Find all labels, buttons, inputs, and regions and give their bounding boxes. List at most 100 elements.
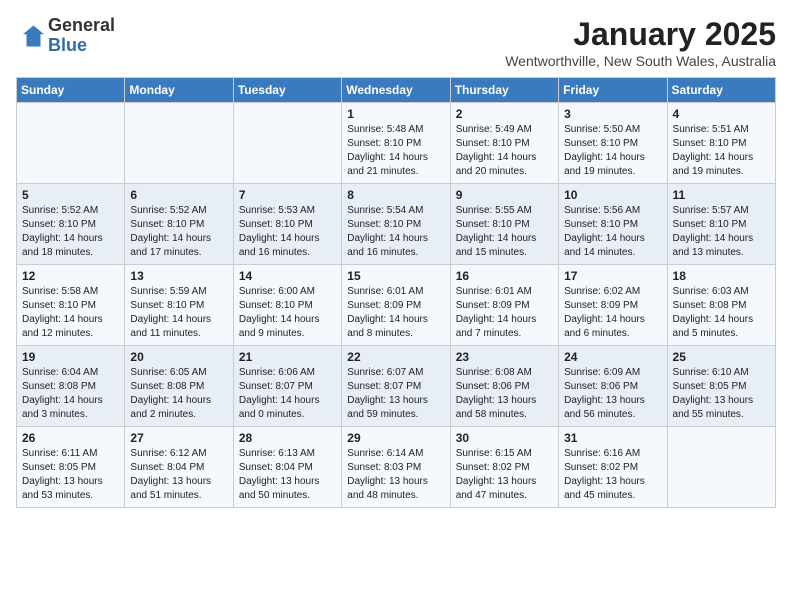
day-number: 31 <box>564 431 661 445</box>
day-info: Sunrise: 5:53 AM Sunset: 8:10 PM Dayligh… <box>239 204 336 260</box>
logo-blue-text: Blue <box>48 35 87 55</box>
calendar-cell: 16 Sunrise: 6:01 AM Sunset: 8:09 PM Dayli… <box>450 265 558 346</box>
calendar-cell: 10 Sunrise: 5:56 AM Sunset: 8:10 PM Dayli… <box>559 184 667 265</box>
location-text: Wentworthville, New South Wales, Austral… <box>505 53 776 69</box>
day-info: Sunrise: 6:03 AM Sunset: 8:08 PM Dayligh… <box>673 285 770 341</box>
day-info: Sunrise: 5:50 AM Sunset: 8:10 PM Dayligh… <box>564 123 661 179</box>
calendar-cell: 4 Sunrise: 5:51 AM Sunset: 8:10 PM Daylig… <box>667 103 775 184</box>
day-number: 28 <box>239 431 336 445</box>
day-number: 12 <box>22 269 119 283</box>
day-number: 30 <box>456 431 553 445</box>
calendar-cell: 18 Sunrise: 6:03 AM Sunset: 8:08 PM Dayli… <box>667 265 775 346</box>
weekday-header: Tuesday <box>233 78 341 103</box>
day-info: Sunrise: 5:52 AM Sunset: 8:10 PM Dayligh… <box>130 204 227 260</box>
calendar-cell: 7 Sunrise: 5:53 AM Sunset: 8:10 PM Daylig… <box>233 184 341 265</box>
day-number: 7 <box>239 188 336 202</box>
logo-general-text: General <box>48 15 115 35</box>
day-number: 10 <box>564 188 661 202</box>
month-title: January 2025 <box>505 16 776 53</box>
day-info: Sunrise: 6:14 AM Sunset: 8:03 PM Dayligh… <box>347 447 444 503</box>
weekday-header: Thursday <box>450 78 558 103</box>
day-info: Sunrise: 6:06 AM Sunset: 8:07 PM Dayligh… <box>239 366 336 422</box>
day-number: 8 <box>347 188 444 202</box>
day-number: 14 <box>239 269 336 283</box>
day-info: Sunrise: 6:11 AM Sunset: 8:05 PM Dayligh… <box>22 447 119 503</box>
day-number: 3 <box>564 107 661 121</box>
calendar-cell: 9Sunrise: 5:55 AM Sunset: 8:10 PM Daylig… <box>450 184 558 265</box>
calendar-cell: 13 Sunrise: 5:59 AM Sunset: 8:10 PM Dayli… <box>125 265 233 346</box>
day-number: 6 <box>130 188 227 202</box>
day-info: Sunrise: 6:02 AM Sunset: 8:09 PM Dayligh… <box>564 285 661 341</box>
calendar-cell: 28 Sunrise: 6:13 AM Sunset: 8:04 PM Dayli… <box>233 427 341 508</box>
calendar-cell: 14 Sunrise: 6:00 AM Sunset: 8:10 PM Dayli… <box>233 265 341 346</box>
day-info: Sunrise: 6:16 AM Sunset: 8:02 PM Dayligh… <box>564 447 661 503</box>
day-number: 24 <box>564 350 661 364</box>
day-info: Sunrise: 5:57 AM Sunset: 8:10 PM Dayligh… <box>673 204 770 260</box>
day-number: 16 <box>456 269 553 283</box>
calendar-cell: 19 Sunrise: 6:04 AM Sunset: 8:08 PM Dayli… <box>17 346 125 427</box>
logo: General Blue <box>16 16 115 56</box>
calendar-cell: 2Sunrise: 5:49 AM Sunset: 8:10 PM Daylig… <box>450 103 558 184</box>
day-info: Sunrise: 6:00 AM Sunset: 8:10 PM Dayligh… <box>239 285 336 341</box>
day-info: Sunrise: 6:01 AM Sunset: 8:09 PM Dayligh… <box>347 285 444 341</box>
title-block: January 2025 Wentworthville, New South W… <box>505 16 776 69</box>
calendar-cell: 15 Sunrise: 6:01 AM Sunset: 8:09 PM Dayli… <box>342 265 450 346</box>
day-number: 4 <box>673 107 770 121</box>
weekday-header: Monday <box>125 78 233 103</box>
day-info: Sunrise: 6:01 AM Sunset: 8:09 PM Dayligh… <box>456 285 553 341</box>
day-info: Sunrise: 5:51 AM Sunset: 8:10 PM Dayligh… <box>673 123 770 179</box>
calendar-week-row: 19 Sunrise: 6:04 AM Sunset: 8:08 PM Dayli… <box>17 346 776 427</box>
day-info: Sunrise: 5:56 AM Sunset: 8:10 PM Dayligh… <box>564 204 661 260</box>
day-number: 15 <box>347 269 444 283</box>
day-number: 19 <box>22 350 119 364</box>
calendar-cell: 26Sunrise: 6:11 AM Sunset: 8:05 PM Dayli… <box>17 427 125 508</box>
day-info: Sunrise: 6:08 AM Sunset: 8:06 PM Dayligh… <box>456 366 553 422</box>
calendar-cell <box>125 103 233 184</box>
day-number: 5 <box>22 188 119 202</box>
calendar-cell: 6 Sunrise: 5:52 AM Sunset: 8:10 PM Daylig… <box>125 184 233 265</box>
day-number: 21 <box>239 350 336 364</box>
calendar-cell: 25 Sunrise: 6:10 AM Sunset: 8:05 PM Dayli… <box>667 346 775 427</box>
day-number: 22 <box>347 350 444 364</box>
calendar-cell: 3 Sunrise: 5:50 AM Sunset: 8:10 PM Daylig… <box>559 103 667 184</box>
logo-icon <box>16 22 44 50</box>
calendar-week-row: 1Sunrise: 5:48 AM Sunset: 8:10 PM Daylig… <box>17 103 776 184</box>
calendar-cell <box>233 103 341 184</box>
day-number: 11 <box>673 188 770 202</box>
day-info: Sunrise: 5:54 AM Sunset: 8:10 PM Dayligh… <box>347 204 444 260</box>
calendar-week-row: 26Sunrise: 6:11 AM Sunset: 8:05 PM Dayli… <box>17 427 776 508</box>
day-info: Sunrise: 6:13 AM Sunset: 8:04 PM Dayligh… <box>239 447 336 503</box>
day-number: 17 <box>564 269 661 283</box>
day-info: Sunrise: 5:55 AM Sunset: 8:10 PM Dayligh… <box>456 204 553 260</box>
calendar-cell <box>667 427 775 508</box>
day-number: 20 <box>130 350 227 364</box>
day-info: Sunrise: 6:09 AM Sunset: 8:06 PM Dayligh… <box>564 366 661 422</box>
day-info: Sunrise: 5:49 AM Sunset: 8:10 PM Dayligh… <box>456 123 553 179</box>
calendar-cell: 8 Sunrise: 5:54 AM Sunset: 8:10 PM Daylig… <box>342 184 450 265</box>
day-number: 29 <box>347 431 444 445</box>
day-number: 25 <box>673 350 770 364</box>
day-info: Sunrise: 6:15 AM Sunset: 8:02 PM Dayligh… <box>456 447 553 503</box>
day-info: Sunrise: 6:04 AM Sunset: 8:08 PM Dayligh… <box>22 366 119 422</box>
calendar-cell: 11 Sunrise: 5:57 AM Sunset: 8:10 PM Dayli… <box>667 184 775 265</box>
day-info: Sunrise: 5:59 AM Sunset: 8:10 PM Dayligh… <box>130 285 227 341</box>
calendar-week-row: 5 Sunrise: 5:52 AM Sunset: 8:10 PM Daylig… <box>17 184 776 265</box>
calendar-cell: 23 Sunrise: 6:08 AM Sunset: 8:06 PM Dayli… <box>450 346 558 427</box>
calendar-cell: 1Sunrise: 5:48 AM Sunset: 8:10 PM Daylig… <box>342 103 450 184</box>
calendar-cell: 20 Sunrise: 6:05 AM Sunset: 8:08 PM Dayli… <box>125 346 233 427</box>
calendar-cell: 31 Sunrise: 6:16 AM Sunset: 8:02 PM Dayli… <box>559 427 667 508</box>
calendar-cell: 12 Sunrise: 5:58 AM Sunset: 8:10 PM Dayli… <box>17 265 125 346</box>
day-info: Sunrise: 6:05 AM Sunset: 8:08 PM Dayligh… <box>130 366 227 422</box>
day-info: Sunrise: 6:12 AM Sunset: 8:04 PM Dayligh… <box>130 447 227 503</box>
day-info: Sunrise: 6:10 AM Sunset: 8:05 PM Dayligh… <box>673 366 770 422</box>
calendar-cell: 27Sunrise: 6:12 AM Sunset: 8:04 PM Dayli… <box>125 427 233 508</box>
day-number: 18 <box>673 269 770 283</box>
calendar-cell: 24 Sunrise: 6:09 AM Sunset: 8:06 PM Dayli… <box>559 346 667 427</box>
calendar-week-row: 12 Sunrise: 5:58 AM Sunset: 8:10 PM Dayli… <box>17 265 776 346</box>
weekday-header: Friday <box>559 78 667 103</box>
day-number: 13 <box>130 269 227 283</box>
day-number: 23 <box>456 350 553 364</box>
calendar-cell: 21 Sunrise: 6:06 AM Sunset: 8:07 PM Dayli… <box>233 346 341 427</box>
day-info: Sunrise: 5:52 AM Sunset: 8:10 PM Dayligh… <box>22 204 119 260</box>
day-info: Sunrise: 5:58 AM Sunset: 8:10 PM Dayligh… <box>22 285 119 341</box>
